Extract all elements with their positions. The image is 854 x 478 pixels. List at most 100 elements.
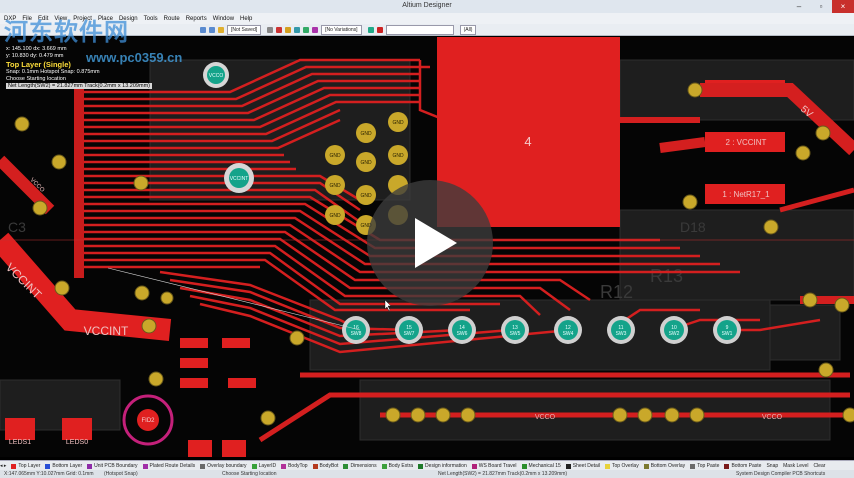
status-grid: Grid: 0.1mm (66, 471, 94, 477)
vcco-via-label: VCCO (209, 73, 224, 79)
layer-tab-label: Unit PCB Boundary (94, 463, 138, 469)
gnd-label: GND (392, 120, 404, 126)
layer-tab[interactable]: Plated Route Details (142, 463, 196, 469)
layer-color-swatch (87, 463, 93, 469)
gnd-label: GND (329, 153, 341, 159)
layer-tab-label: Plated Route Details (149, 463, 196, 469)
via-icon[interactable] (294, 26, 301, 33)
layer-tab[interactable]: Sheet Detail (565, 463, 601, 469)
vccint-via-label: VCCINT (230, 176, 249, 182)
sw-pad-label: SW3 (616, 331, 627, 337)
layer-tab-label: Top Layer (18, 463, 41, 469)
hud-net-length: Net Length(SW2) = 21.827mm Track(0.2mm x… (6, 83, 152, 89)
video-play-button[interactable] (367, 180, 493, 306)
status-right-panels[interactable]: System Design Compiler PCB Shortcuts (736, 471, 825, 477)
layer-color-swatch (381, 463, 387, 469)
green-icon[interactable] (367, 26, 374, 33)
silk-leds1: LEDS1 (9, 439, 31, 446)
layer-tab[interactable]: BodyTop (281, 463, 308, 469)
layer-tab-label: Top Overlay (612, 463, 639, 469)
menu-route[interactable]: Route (164, 16, 180, 22)
vcco-label-a: VCCO (535, 414, 556, 421)
layer-color-swatch (521, 463, 527, 469)
layer-tab-label: Sheet Detail (572, 463, 601, 469)
layer-tab[interactable]: Unit PCB Boundary (87, 463, 138, 469)
layer-color-swatch (45, 463, 51, 469)
layer-color-swatch (251, 463, 257, 469)
layer-tab-label: Bottom Overlay (650, 463, 686, 469)
gnd-label: GND (360, 131, 372, 137)
sw-pad-label: SW6 (457, 331, 468, 337)
layer-color-swatch (142, 463, 148, 469)
track-icon[interactable] (276, 26, 283, 33)
filter-select[interactable]: (All) (459, 24, 477, 35)
layer-tab[interactable]: Top Overlay (605, 463, 639, 469)
layer-tab[interactable]: Dimensions (343, 463, 377, 469)
altium-window: Altium Designer – ▫ × DXP File Edit View… (0, 0, 854, 478)
layer-bar-button[interactable]: Snap (766, 463, 778, 469)
layer-tab-label: BodyBot (319, 463, 339, 469)
menu-tools[interactable]: Tools (144, 16, 158, 22)
status-hint: Choose Starting location (222, 471, 277, 477)
layer-tab[interactable]: BodyBot (312, 463, 339, 469)
layer-tab-label: Mechanical 15 (528, 463, 561, 469)
layer-color-swatch (312, 463, 318, 469)
maximize-button[interactable]: ▫ (810, 0, 832, 13)
layer-bar-button[interactable]: Clear (813, 463, 825, 469)
hud-snap: Snap: 0.1mm Hotspot Snap: 0.875mm (6, 69, 100, 75)
close-button[interactable]: × (832, 0, 854, 13)
layer-tab[interactable]: Body Extra (381, 463, 414, 469)
fill-icon[interactable] (303, 26, 310, 33)
redo-icon[interactable] (209, 26, 215, 33)
layer-tab-label: Bottom Paste (731, 463, 762, 469)
menu-reports[interactable]: Reports (186, 16, 207, 22)
silk-leds0: LEDS0 (66, 439, 88, 446)
sw-pad-label: SW4 (563, 331, 574, 337)
gnd-label: GND (360, 160, 372, 166)
layer-bar-button[interactable]: Mask Level (783, 463, 808, 469)
undo-icon[interactable] (200, 26, 206, 33)
layer-color-swatch (11, 463, 17, 469)
gnd-label: GND (392, 153, 404, 159)
layer-tab[interactable]: Bottom Paste (724, 463, 761, 469)
layer-tab-label: WS Board Travel (478, 463, 517, 469)
layer-tab[interactable]: Bottom Layer (45, 463, 82, 469)
pencil-icon[interactable] (218, 26, 224, 33)
layer-tab[interactable]: Overlay boundary (200, 463, 247, 469)
route-icon[interactable] (267, 26, 274, 33)
layer-color-swatch (643, 463, 649, 469)
layer-color-swatch (281, 463, 287, 469)
status-hotspot: (Hotspot Snap) (104, 471, 138, 477)
blank-select[interactable] (385, 24, 454, 35)
sw-pad-label: SW1 (722, 331, 733, 337)
layer-tab[interactable]: Mechanical 15 (521, 463, 561, 469)
layer-tab[interactable]: WS Board Travel (471, 463, 517, 469)
menu-help[interactable]: Help (240, 16, 252, 22)
layer-tab-label: Design information (425, 463, 467, 469)
layer-tab-label: Top Paste (697, 463, 720, 469)
layer-tab[interactable]: LayerID (251, 463, 276, 469)
text-icon[interactable] (312, 26, 319, 33)
layer-color-swatch (343, 463, 349, 469)
vcco-label-b: VCCO (762, 414, 783, 421)
layer-tab-label: BodyTop (288, 463, 308, 469)
sw-pad-label: SW2 (669, 331, 680, 337)
layer-tab[interactable]: Top Layer (11, 463, 40, 469)
variations-select[interactable]: [No Variations] (321, 24, 362, 35)
menu-window[interactable]: Window (213, 16, 234, 22)
layer-tab[interactable]: Bottom Overlay (643, 463, 686, 469)
layer-tab-label: Body Extra (388, 463, 414, 469)
trace-vccint-right (659, 137, 706, 153)
gnd-label: GND (329, 213, 341, 219)
pad-icon[interactable] (285, 26, 292, 33)
saved-state-select[interactable]: [Not Saved] (227, 24, 262, 35)
window-title: Altium Designer (402, 2, 452, 9)
layer-tab[interactable]: Design information (418, 463, 467, 469)
layer-tab[interactable]: Top Paste (690, 463, 719, 469)
layer-scroll-left-icon[interactable]: ◂ ▸ (0, 463, 6, 469)
layer-color-swatch (565, 463, 571, 469)
layer-color-swatch (690, 463, 696, 469)
sw-pad-label: SW5 (510, 331, 521, 337)
clear-icon[interactable] (376, 26, 383, 33)
minimize-button[interactable]: – (788, 0, 810, 13)
